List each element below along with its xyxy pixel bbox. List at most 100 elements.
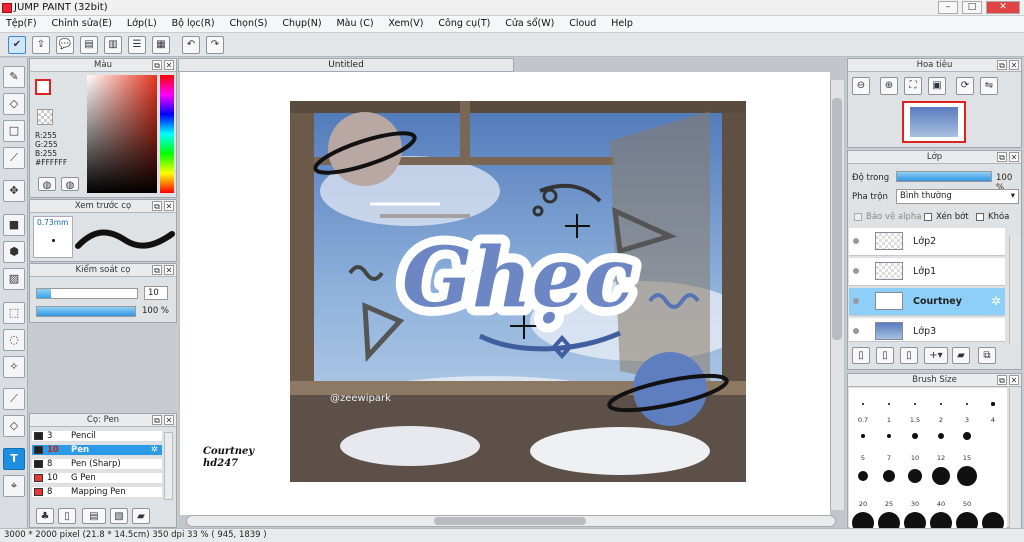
select-rect-icon[interactable]: ⬚ xyxy=(3,302,25,324)
zoom-in-icon[interactable]: ⊕ xyxy=(880,77,898,95)
transparent-swatch[interactable] xyxy=(37,109,53,125)
grid-icon[interactable]: ▦ xyxy=(152,36,170,54)
rotate-icon[interactable]: ⟳ xyxy=(956,77,974,95)
rectangle-tool-icon[interactable]: □ xyxy=(3,120,25,142)
new-brush-icon[interactable]: ▯ xyxy=(58,508,76,524)
brush-list-scrollbar[interactable] xyxy=(164,432,173,500)
size-input[interactable]: 10 xyxy=(144,286,168,300)
select-eraser-icon[interactable]: ◇ xyxy=(3,415,25,437)
brush-item[interactable]: 10 G Pen xyxy=(32,473,162,484)
text-tool-icon[interactable]: T xyxy=(3,448,25,470)
new-layer-2-icon[interactable]: ▯ xyxy=(876,347,894,364)
brush-size-dot[interactable] xyxy=(858,471,868,481)
float-icon[interactable]: ⧉ xyxy=(152,415,162,425)
brush-item[interactable]: 8 Mapping Pen xyxy=(32,487,162,498)
menu-window[interactable]: Cửa sổ(W) xyxy=(499,16,560,29)
menu-capture[interactable]: Chụp(N) xyxy=(276,16,327,29)
zoom-out-icon[interactable]: ⊖ xyxy=(852,77,870,95)
float-icon[interactable]: ⧉ xyxy=(152,60,162,70)
layer-row[interactable]: Courtney ✲ xyxy=(849,288,1005,316)
brush-size-dot[interactable] xyxy=(939,402,943,406)
document-tab[interactable]: Untitled xyxy=(178,58,514,72)
brush-size-grid[interactable]: 0.7 1 1.5 2 3 4 5 7 10 12 15 20 25 30 40 50 xyxy=(849,388,1007,534)
panel-close-icon[interactable]: ✕ xyxy=(164,201,174,211)
blend-mode-select[interactable]: Bình thường ▾ xyxy=(896,189,1019,204)
brush-item[interactable]: 10 Pen ✲ xyxy=(32,445,162,456)
float-icon[interactable]: ⧉ xyxy=(152,265,162,275)
line-tool-icon[interactable]: ⟋ xyxy=(3,147,25,169)
saturation-value-picker[interactable] xyxy=(87,75,157,193)
settings-gear-icon[interactable]: ✲ xyxy=(991,294,1001,308)
fit-icon[interactable]: ⛶ xyxy=(904,77,922,95)
brush-size-dot[interactable] xyxy=(886,433,892,439)
undo-icon[interactable]: ↶ xyxy=(182,36,200,54)
navigator-preview[interactable] xyxy=(902,101,966,143)
layer-opacity-slider[interactable] xyxy=(896,171,992,182)
size-slider[interactable] xyxy=(36,288,138,299)
check-icon[interactable]: ✔ xyxy=(8,36,26,54)
actual-size-icon[interactable]: ▣ xyxy=(928,77,946,95)
menu-file[interactable]: Tệp(F) xyxy=(0,16,43,29)
panel-close-icon[interactable]: ✕ xyxy=(1009,152,1019,162)
menu-tools[interactable]: Công cụ(T) xyxy=(432,16,496,29)
eyedropper-icon[interactable]: ⌖ xyxy=(3,475,25,497)
add-layer-menu-icon[interactable]: +▾ xyxy=(924,347,948,364)
layer-row[interactable]: Lớp2 xyxy=(849,228,1005,256)
horizontal-scroll-thumb[interactable] xyxy=(434,517,586,525)
panel-close-icon[interactable]: ✕ xyxy=(164,415,174,425)
layer-folder-icon[interactable]: ▰ xyxy=(952,347,970,364)
menu-cloud[interactable]: Cloud xyxy=(563,16,602,29)
comment-icon[interactable]: 💬 xyxy=(56,36,74,54)
visibility-eye-icon[interactable] xyxy=(853,298,859,304)
brush-size-dot[interactable] xyxy=(957,466,977,486)
menu-color[interactable]: Màu (C) xyxy=(330,16,379,29)
palette-icon[interactable]: ◍ xyxy=(38,177,56,191)
brush-tool-icon[interactable]: ✎ xyxy=(3,66,25,88)
minimize-icon[interactable]: – xyxy=(938,1,958,14)
magic-wand-icon[interactable]: ✧ xyxy=(3,356,25,378)
document-icon[interactable]: ▥ xyxy=(104,36,122,54)
menu-help[interactable]: Help xyxy=(605,16,639,29)
panel-close-icon[interactable]: ✕ xyxy=(164,60,174,70)
hue-slider[interactable] xyxy=(160,75,174,193)
folder-icon[interactable]: ▰ xyxy=(132,508,150,524)
float-icon[interactable]: ⧉ xyxy=(152,201,162,211)
opacity-slider[interactable] xyxy=(36,306,136,317)
clip-checkbox[interactable] xyxy=(924,213,932,221)
new-layer-icon[interactable]: ▯ xyxy=(852,347,870,364)
protect-alpha-checkbox[interactable] xyxy=(854,213,862,221)
brush-item[interactable]: 8 Pen (Sharp) xyxy=(32,459,162,470)
brush-menu-icon[interactable]: ▤ xyxy=(82,508,106,524)
tree-icon[interactable]: ♣ xyxy=(36,508,54,524)
panel-close-icon[interactable]: ✕ xyxy=(1009,375,1019,385)
brush-item[interactable]: 3 Pencil xyxy=(32,431,162,442)
brush-size-dot[interactable] xyxy=(907,468,923,484)
lock-checkbox[interactable] xyxy=(976,213,984,221)
brush-size-dot[interactable] xyxy=(883,470,895,482)
vertical-scroll-thumb[interactable] xyxy=(832,98,842,340)
visibility-eye-icon[interactable] xyxy=(853,268,859,274)
fill-rect-tool-icon[interactable]: ■ xyxy=(3,214,25,236)
brush-size-dot[interactable] xyxy=(912,433,918,439)
eraser-tool-icon[interactable]: ◇ xyxy=(3,93,25,115)
visibility-eye-icon[interactable] xyxy=(853,328,859,334)
select-pen-icon[interactable]: ⟋ xyxy=(3,388,25,410)
brush-size-dot[interactable] xyxy=(991,402,995,406)
move-tool-icon[interactable]: ✥ xyxy=(3,180,25,202)
brush-size-dot[interactable] xyxy=(937,432,945,440)
panel-close-icon[interactable]: ✕ xyxy=(164,265,174,275)
brush-size-dot[interactable] xyxy=(965,402,969,406)
gradient-tool-icon[interactable]: ▨ xyxy=(3,268,25,290)
layers-scrollbar[interactable] xyxy=(1009,236,1020,344)
copy-brush-icon[interactable]: ▧ xyxy=(110,508,128,524)
brush-size-dot[interactable] xyxy=(931,466,951,486)
menu-view[interactable]: Xem(V) xyxy=(382,16,429,29)
float-icon[interactable]: ⧉ xyxy=(997,375,1007,385)
flip-icon[interactable]: ⇋ xyxy=(980,77,998,95)
brush-size-scrollbar[interactable] xyxy=(1009,388,1021,528)
brush-size-dot[interactable] xyxy=(888,403,890,405)
brush-size-dot[interactable] xyxy=(861,434,865,438)
menu-layer[interactable]: Lớp(L) xyxy=(121,16,163,29)
menu-filter[interactable]: Bộ lọc(R) xyxy=(166,16,221,29)
new-layer-3-icon[interactable]: ▯ xyxy=(900,347,918,364)
